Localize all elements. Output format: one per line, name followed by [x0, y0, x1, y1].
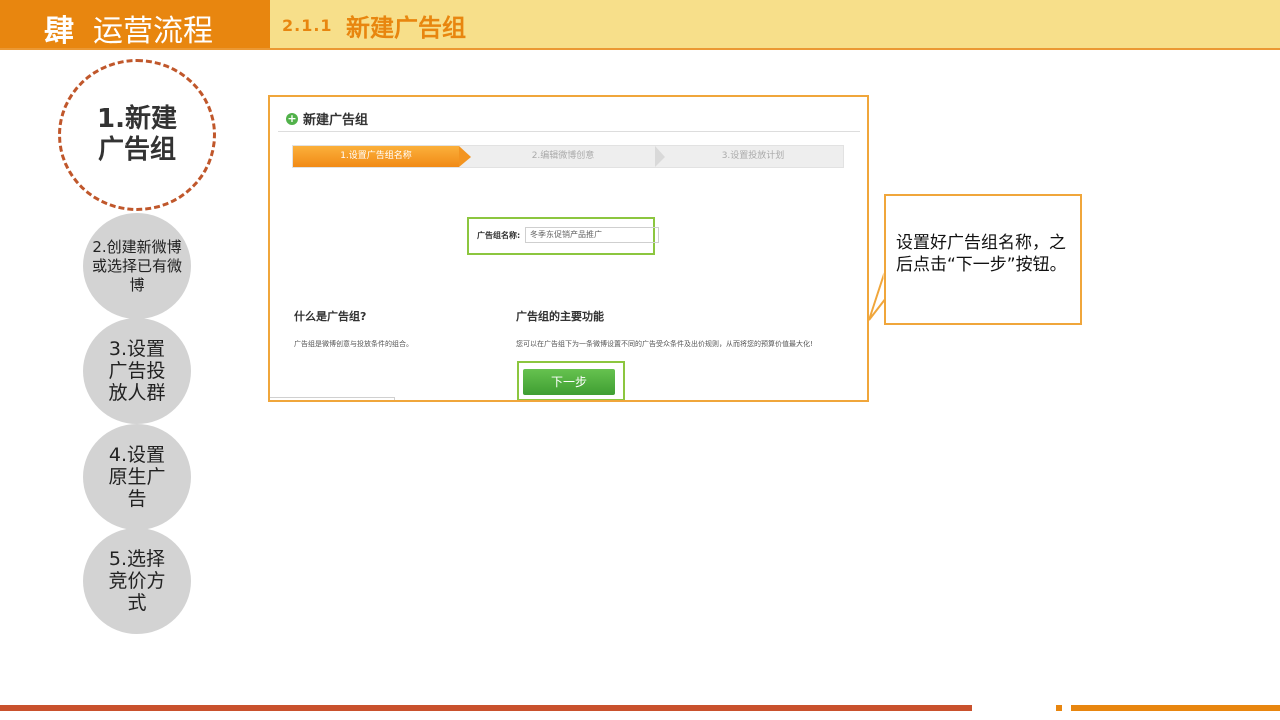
progress-arrow-icon	[459, 146, 471, 167]
subsection-title: 新建广告组	[346, 14, 466, 42]
step-label: 5.选择竞价方式	[108, 548, 166, 614]
subsection-number: 2.1.1	[282, 16, 333, 35]
panel-title: 新建广告组	[303, 113, 369, 128]
step-circle-1-active: 1.新建广告组	[58, 59, 216, 211]
panel-bottom-tab	[270, 397, 395, 400]
plus-circle-icon: +	[286, 111, 298, 125]
panel-header: + 新建广告组	[286, 109, 368, 128]
step-circle-2: 2.创建新微博或选择已有微博	[83, 213, 191, 319]
step-label: 2.创建新微博或选择已有微博	[91, 237, 182, 294]
ad-group-name-input[interactable]: 冬季东促销产品推广	[525, 227, 659, 243]
next-step-button[interactable]: 下一步	[523, 369, 615, 395]
what-is-ad-group-title: 什么是广告组?	[294, 310, 367, 323]
section-number: 肆	[44, 14, 74, 49]
ad-group-screenshot-panel: + 新建广告组 1.设置广告组名称 2.编辑微博创意 3.设置投放计划 广告组名…	[268, 95, 869, 402]
section-title: 运营流程	[93, 14, 213, 49]
step-circle-4: 4.设置原生广告	[83, 424, 191, 530]
progress-separator-icon	[655, 146, 665, 167]
callout-text: 设置好广告组名称，之后点击“下一步”按钮。	[896, 233, 1067, 275]
ad-group-name-highlight: 广告组名称: 冬季东促销产品推广	[467, 217, 659, 255]
progress-step-2: 2.编辑微博创意	[531, 151, 595, 161]
footer-orange-bar	[1071, 705, 1280, 711]
progress-steps-bar: 1.设置广告组名称 2.编辑微博创意 3.设置投放计划	[292, 145, 844, 168]
next-button-highlight: 下一步	[517, 361, 625, 400]
progress-step-1: 1.设置广告组名称	[293, 146, 459, 167]
progress-step-3: 3.设置投放计划	[721, 151, 785, 161]
footer-red-bar	[0, 705, 972, 711]
step-label: 4.设置原生广告	[108, 444, 166, 510]
step-label: 1.新建广告组	[97, 104, 177, 165]
main-function-title: 广告组的主要功能	[516, 310, 604, 323]
step-circle-5: 5.选择竞价方式	[83, 528, 191, 634]
instruction-callout: 设置好广告组名称，之后点击“下一步”按钮。	[884, 194, 1082, 325]
step-circle-3: 3.设置广告投放人群	[83, 318, 191, 424]
main-function-text: 您可以在广告组下为一条微博设置不同的广告受众条件及出价规则，从而将您的预算价值最…	[516, 340, 813, 348]
panel-divider	[278, 131, 860, 132]
footer-square	[1056, 705, 1062, 711]
step-label: 3.设置广告投放人群	[108, 338, 166, 404]
what-is-ad-group-text: 广告组是微博创意与投放条件的组合。	[294, 340, 413, 348]
ad-group-name-label: 广告组名称:	[477, 231, 521, 240]
